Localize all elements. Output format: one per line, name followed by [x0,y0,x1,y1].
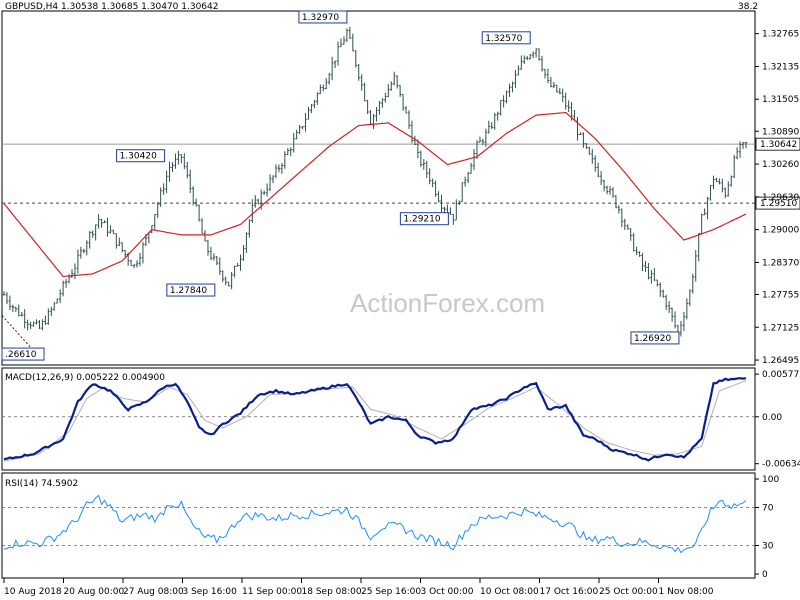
annotation-label-6: .26610 [5,350,37,360]
annotation-label-2: 1.30420 [120,152,157,162]
price-title: GBPUSD,H4 1.30538 1.30685 1.30470 1.3064… [5,2,218,12]
macd-tick-label: 0.00 [762,413,782,423]
x-tick-label: 11 Sep 00:00 [242,587,302,597]
rsi-title: RSI(14) 74.5902 [5,479,78,489]
price-tick-label: 1.26495 [762,356,799,366]
x-tick-label: 18 Sep 08:00 [302,587,362,597]
x-tick-label: 20 Aug 00:00 [64,587,125,597]
rsi-tick-label: 100 [762,475,779,485]
chart-svg: 1.32970 1.32570 1.30420 1.29210 1.27840 1.269… [0,0,800,600]
hline-label-0: 1.30642 [760,140,797,150]
price-tick-label: 1.30260 [762,160,799,170]
price-tick-label: 1.30890 [762,127,799,137]
x-tick-label: 10 Aug 2018 [4,587,62,597]
price-tick-label: 1.32135 [762,62,799,72]
x-tick-label: 3 Oct 00:00 [421,587,474,597]
price-tick-label: 1.32765 [762,30,799,40]
macd-title: MACD(12,26,9) 0.005222 0.004900 [5,373,165,383]
watermark: ActionForex.com [350,288,545,318]
price-tick-label: 1.31505 [762,95,799,105]
price-tick-label: 1.27755 [762,290,799,300]
x-tick-label: 10 Oct 08:00 [480,587,539,597]
price-tick-label: 1.28370 [762,258,799,268]
x-tick-label: 3 Sep 16:00 [183,587,238,597]
rsi-tick-label: 70 [762,504,774,514]
macd-tick-label: 0.005773 [762,370,800,380]
annotation-label-4: 1.27840 [170,286,207,296]
x-tick-label: 27 Aug 08:00 [123,587,184,597]
price-tick-label: 1.27125 [762,323,799,333]
x-tick-label: 1 Nov 08:00 [659,587,714,597]
annotation-label-0: 1.32970 [302,13,339,23]
price-tick-label: 1.29000 [762,226,799,236]
price-tick-label: 1.29630 [762,193,799,203]
annotation-label-1: 1.32570 [485,34,522,44]
corner-label: 38.2 [738,2,758,12]
x-tick-label: 25 Oct 00:00 [599,587,658,597]
annotation-label-5: 1.26920 [634,334,671,344]
annotation-label-3: 1.29210 [403,215,440,225]
macd-tick-label: -0.006349 [762,460,800,470]
x-tick-label: 17 Oct 16:00 [540,587,599,597]
rsi-tick-label: 0 [762,570,768,580]
rsi-tick-label: 30 [762,542,774,552]
x-tick-label: 25 Sep 16:00 [361,587,421,597]
